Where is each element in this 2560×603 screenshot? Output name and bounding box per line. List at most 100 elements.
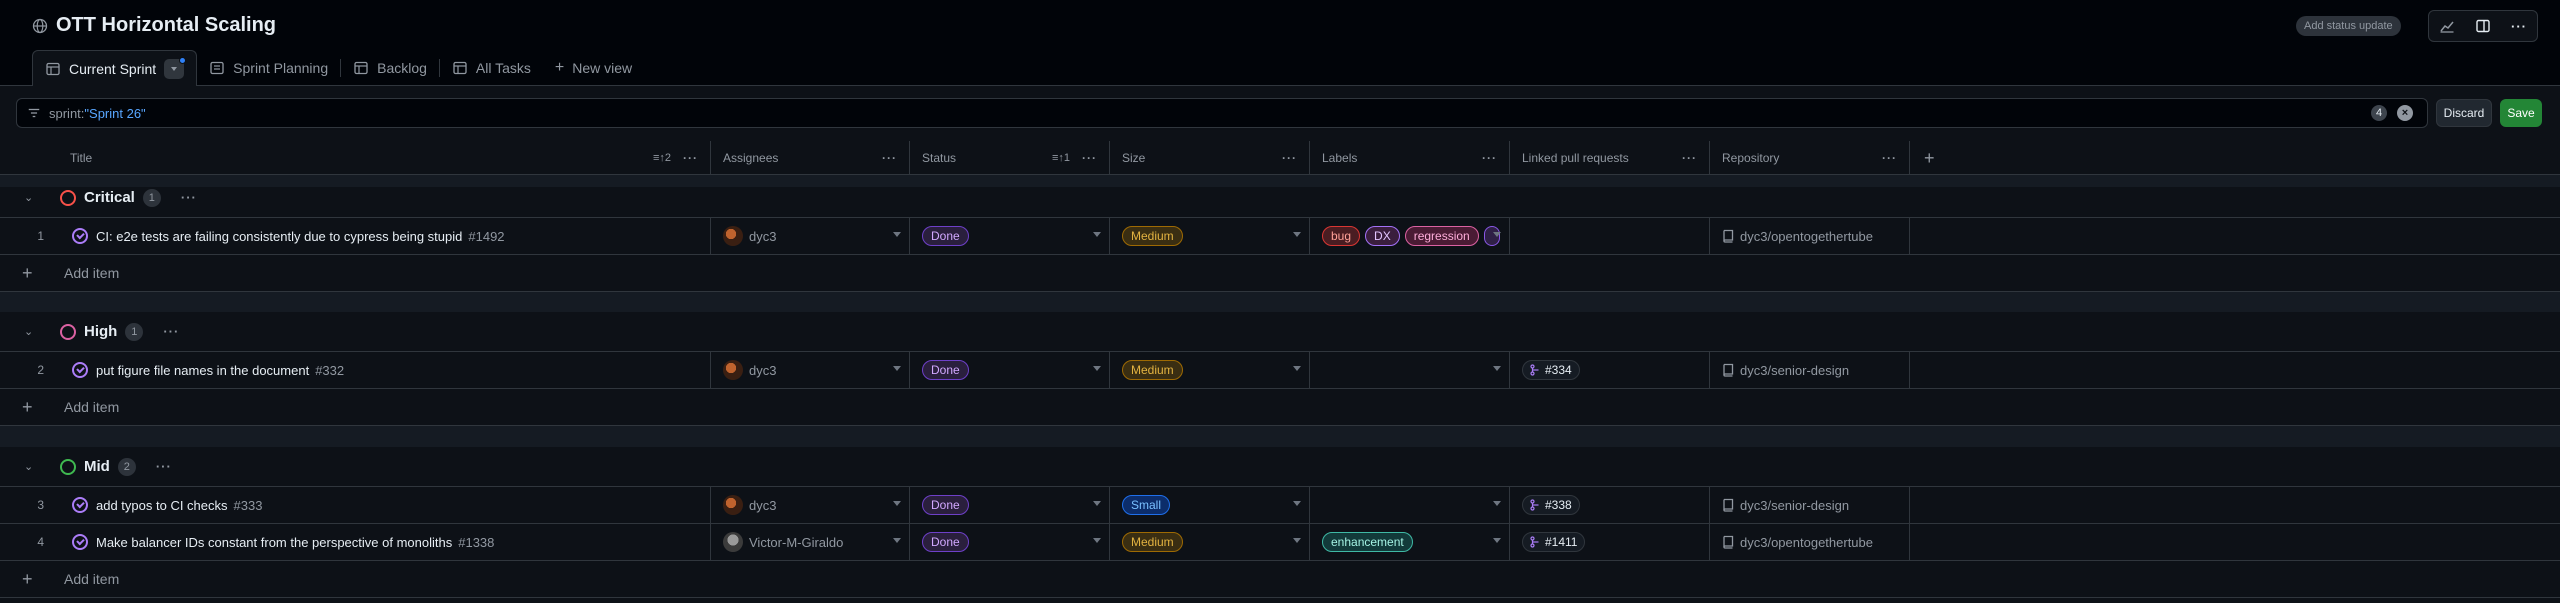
- tab-sprint-planning[interactable]: Sprint Planning: [197, 50, 340, 86]
- tab-all-tasks[interactable]: All Tasks: [440, 50, 543, 86]
- avatar: [723, 532, 743, 552]
- view-options-toolbar: ···: [2428, 10, 2538, 42]
- column-header-labels[interactable]: Labels ···: [1310, 141, 1510, 175]
- repository-cell[interactable]: dyc3/senior-design: [1710, 487, 1910, 523]
- pull-request-badge[interactable]: #1411: [1522, 532, 1586, 552]
- title-cell[interactable]: Make balancer IDs constant from the pers…: [58, 524, 711, 560]
- chevron-down-icon: [893, 538, 901, 543]
- issue-number: #1338: [458, 534, 495, 550]
- column-header-title[interactable]: Title ≡↑2 ···: [58, 141, 711, 175]
- issue-title[interactable]: CI: e2e tests are failing consistently d…: [96, 229, 462, 244]
- assignee-cell[interactable]: dyc3: [711, 352, 910, 388]
- column-menu-icon[interactable]: ···: [1082, 151, 1097, 165]
- status-cell[interactable]: Done: [910, 487, 1110, 523]
- column-menu-icon[interactable]: ···: [683, 151, 698, 165]
- group-menu-icon[interactable]: ···: [156, 459, 172, 474]
- repo-icon: [1723, 363, 1734, 377]
- column-header-repository[interactable]: Repository ···: [1710, 141, 1910, 175]
- title-cell[interactable]: put figure file names in the document #3…: [58, 352, 711, 388]
- issue-title[interactable]: put figure file names in the document: [96, 363, 309, 378]
- row-number: 4: [37, 535, 44, 549]
- labels-cell[interactable]: [1310, 352, 1510, 388]
- pull-request-badge[interactable]: #338: [1522, 495, 1580, 515]
- column-menu-icon[interactable]: ···: [1882, 151, 1897, 165]
- chevron-down-icon[interactable]: ⌄: [24, 191, 36, 204]
- size-cell[interactable]: Medium: [1110, 218, 1310, 254]
- assignee-cell[interactable]: Victor-M-Giraldo: [711, 524, 910, 560]
- column-menu-icon[interactable]: ···: [1482, 151, 1497, 165]
- project-title: OTT Horizontal Scaling: [32, 14, 276, 37]
- issue-title[interactable]: add typos to CI checks: [96, 498, 228, 513]
- column-header-status[interactable]: Status ≡↑1 ···: [910, 141, 1110, 175]
- table-icon: [354, 61, 368, 75]
- discard-button[interactable]: Discard: [2436, 99, 2492, 127]
- column-header-size[interactable]: Size ···: [1110, 141, 1310, 175]
- view-tabs: Current Sprint Sprint Planning Backlog A…: [32, 50, 644, 87]
- linked-pr-cell[interactable]: #338: [1510, 487, 1710, 523]
- group-menu-icon[interactable]: ···: [163, 324, 179, 339]
- table-row[interactable]: 4 Make balancer IDs constant from the pe…: [0, 524, 2560, 561]
- status-cell[interactable]: Done: [910, 524, 1110, 560]
- column-header-assignees[interactable]: Assignees ···: [711, 141, 910, 175]
- size-cell[interactable]: Small: [1110, 487, 1310, 523]
- tab-new-view[interactable]: + New view: [543, 50, 644, 86]
- repository-cell[interactable]: dyc3/opentogethertube: [1710, 218, 1910, 254]
- table-row[interactable]: 2 put figure file names in the document …: [0, 352, 2560, 389]
- repository-cell[interactable]: dyc3/senior-design: [1710, 352, 1910, 388]
- filter-icon: [28, 108, 40, 118]
- chevron-down-icon[interactable]: ⌄: [24, 325, 36, 338]
- group-header-high: ⌄ High 1 ···: [0, 312, 2560, 352]
- add-item-button[interactable]: + Add item: [0, 389, 2560, 426]
- size-cell[interactable]: Medium: [1110, 352, 1310, 388]
- assignee-cell[interactable]: dyc3: [711, 487, 910, 523]
- chevron-down-icon: [1493, 538, 1501, 543]
- column-menu-icon[interactable]: ···: [882, 151, 897, 165]
- chevron-down-icon: [1293, 366, 1301, 371]
- tab-menu-button[interactable]: [164, 56, 187, 79]
- column-header-linked-prs[interactable]: Linked pull requests ···: [1510, 141, 1710, 175]
- title-cell[interactable]: add typos to CI checks #333: [58, 487, 711, 523]
- priority-circle-icon: [60, 189, 76, 206]
- issue-number: #333: [233, 497, 263, 513]
- column-menu-icon[interactable]: ···: [1682, 151, 1697, 165]
- assignee-name: dyc3: [749, 228, 777, 244]
- tab-current-sprint[interactable]: Current Sprint: [32, 50, 198, 87]
- issue-title[interactable]: Make balancer IDs constant from the pers…: [96, 535, 452, 550]
- assignee-cell[interactable]: dyc3: [711, 218, 910, 254]
- linked-pr-cell[interactable]: [1510, 218, 1710, 254]
- title-cell[interactable]: CI: e2e tests are failing consistently d…: [58, 218, 711, 254]
- status-cell[interactable]: Done: [910, 218, 1110, 254]
- add-column-button[interactable]: +: [1924, 141, 1935, 175]
- filter-input[interactable]: sprint:"Sprint 26" 4 ×: [16, 98, 2428, 128]
- add-status-update-button[interactable]: Add status update: [2296, 16, 2401, 36]
- pull-request-badge[interactable]: #334: [1522, 360, 1580, 380]
- side-panel-icon[interactable]: [2467, 13, 2499, 39]
- chevron-down-icon[interactable]: ⌄: [24, 460, 36, 473]
- assignee-name: dyc3: [749, 362, 777, 378]
- more-options-icon[interactable]: ···: [2503, 13, 2535, 39]
- tab-backlog[interactable]: Backlog: [341, 50, 439, 86]
- linked-pr-cell[interactable]: #334: [1510, 352, 1710, 388]
- insights-chart-icon[interactable]: [2431, 13, 2463, 39]
- group-menu-icon[interactable]: ···: [181, 190, 197, 205]
- linked-pr-cell[interactable]: #1411: [1510, 524, 1710, 560]
- pull-request-icon: [1530, 536, 1539, 548]
- repository-cell[interactable]: dyc3/opentogethertube: [1710, 524, 1910, 560]
- group-count: 1: [125, 322, 144, 341]
- add-item-button[interactable]: + Add item: [0, 255, 2560, 292]
- labels-cell[interactable]: enhancement: [1310, 524, 1510, 560]
- save-button[interactable]: Save: [2500, 99, 2542, 127]
- labels-cell[interactable]: [1310, 487, 1510, 523]
- clear-filter-icon[interactable]: ×: [2397, 105, 2413, 121]
- tab-label: New view: [572, 60, 633, 76]
- table-row[interactable]: 1 CI: e2e tests are failing consistently…: [0, 218, 2560, 255]
- repository-name: dyc3/opentogethertube: [1740, 228, 1873, 244]
- table-row[interactable]: 3 add typos to CI checks #333 dyc3 Done …: [0, 487, 2560, 524]
- column-menu-icon[interactable]: ···: [1282, 151, 1297, 165]
- labels-cell[interactable]: bug DX regression: [1310, 218, 1510, 254]
- repo-icon: [1723, 498, 1734, 512]
- status-cell[interactable]: Done: [910, 352, 1110, 388]
- size-badge: Medium: [1122, 532, 1183, 552]
- add-item-button[interactable]: + Add item: [0, 561, 2560, 598]
- size-cell[interactable]: Medium: [1110, 524, 1310, 560]
